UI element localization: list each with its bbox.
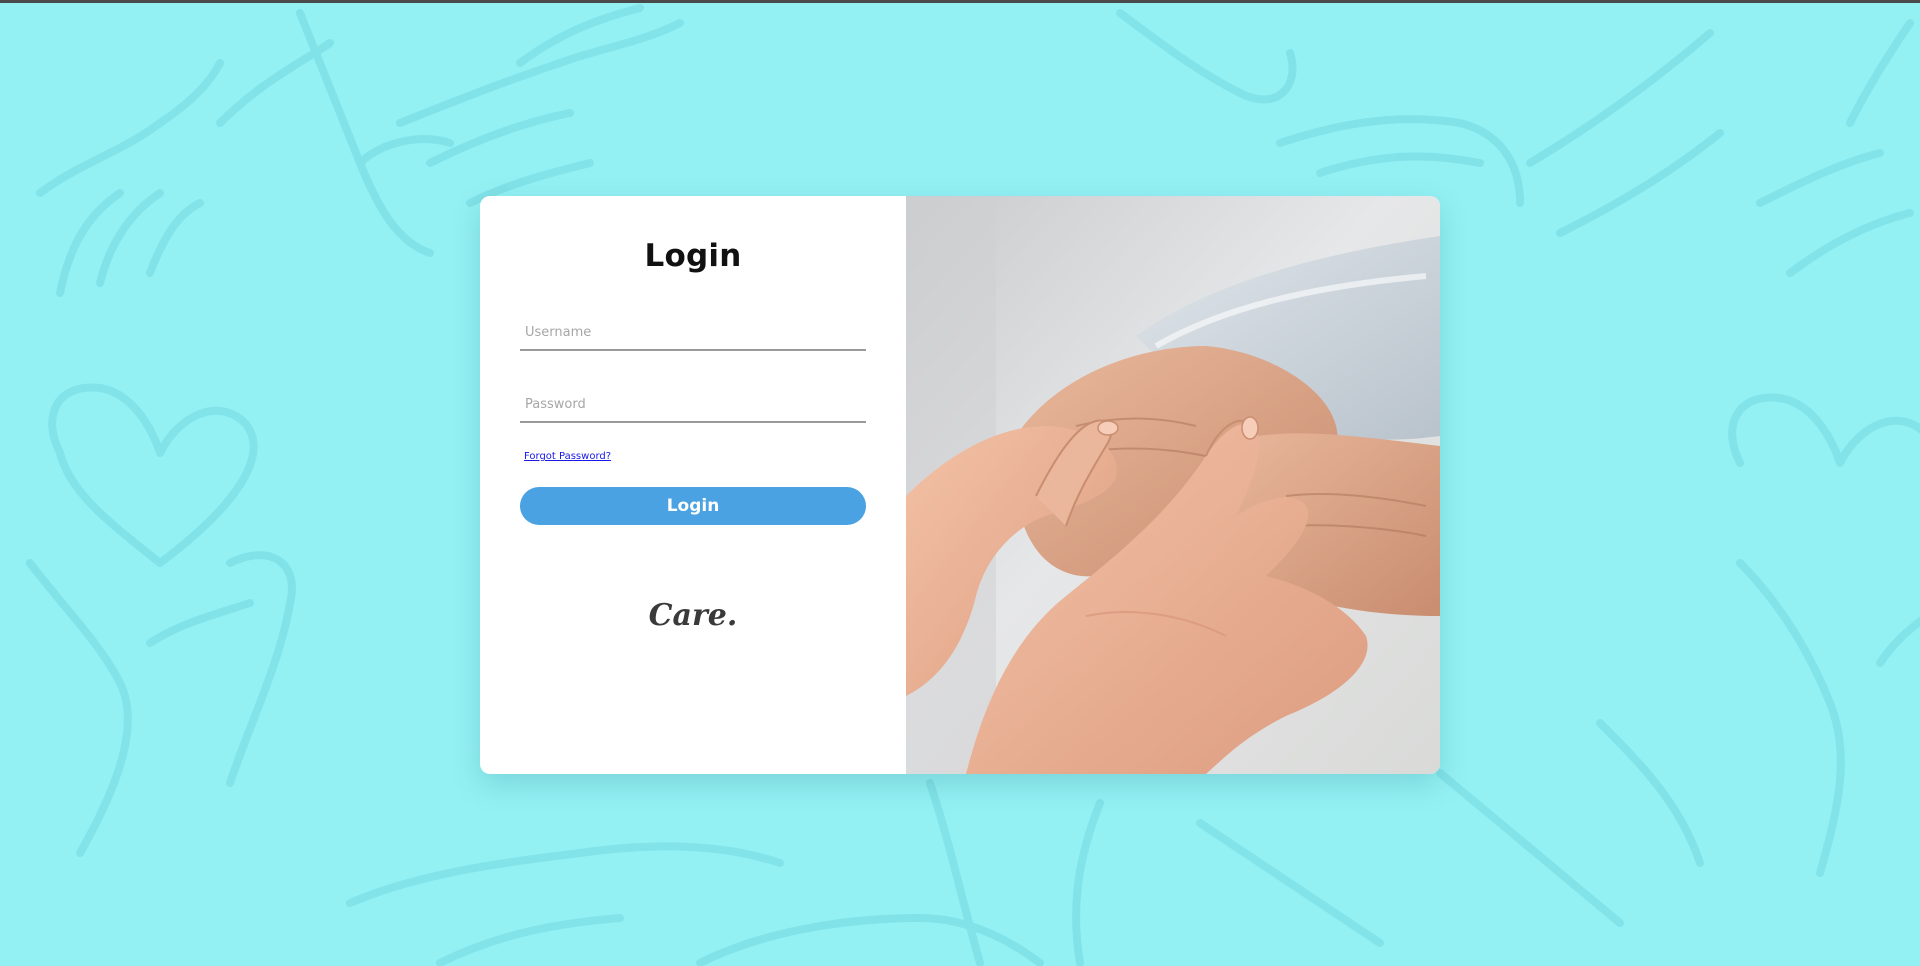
username-input[interactable] (520, 315, 866, 351)
login-form-panel: Login Forgot Password? Login Care. (480, 196, 906, 774)
forgot-password-link[interactable]: Forgot Password? (524, 451, 611, 462)
page-title: Login (644, 238, 742, 274)
login-card: Login Forgot Password? Login Care. (480, 196, 1440, 774)
password-input[interactable] (520, 387, 866, 423)
holding-hands-illustration (906, 196, 1440, 774)
brand-logo: Care. (648, 598, 738, 633)
login-button[interactable]: Login (520, 487, 866, 525)
hero-image (906, 196, 1440, 774)
